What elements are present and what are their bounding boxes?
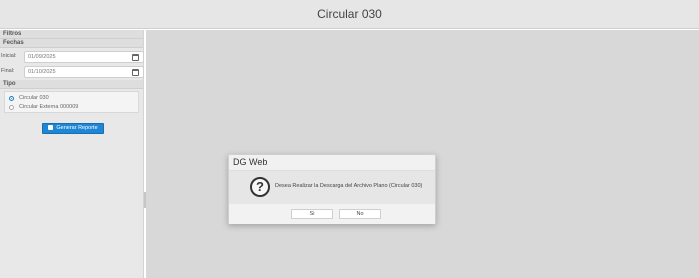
type-radio-group: Circular 030 Circular Externa 000009 xyxy=(4,91,139,113)
date-fields: Inicial: 01/09/2025 Final: 01/10/2025 xyxy=(1,50,144,80)
start-date-value: 01/09/2025 xyxy=(28,54,56,60)
end-date-row: Final: 01/10/2025 xyxy=(1,65,144,80)
radio-label: Circular Externa 000009 xyxy=(19,104,79,110)
no-button[interactable]: No xyxy=(339,209,381,219)
calendar-icon[interactable] xyxy=(132,69,139,76)
filters-header: Filtros xyxy=(0,30,143,39)
start-date-label: Inicial: xyxy=(1,53,17,59)
radio-circular-externa[interactable]: Circular Externa 000009 xyxy=(5,103,138,112)
confirm-dialog: DG Web ? Desea Realizar la Descarga del … xyxy=(228,154,436,224)
yes-button[interactable]: Si xyxy=(291,209,333,219)
window-title: Circular 030 xyxy=(317,7,382,21)
dialog-title: DG Web xyxy=(229,155,435,171)
dialog-message: Desea Realizar la Descarga del Archivo P… xyxy=(275,183,423,189)
end-date-input[interactable]: 01/10/2025 xyxy=(24,66,144,78)
radio-circular-030[interactable]: Circular 030 xyxy=(5,94,138,103)
end-date-label: Final: xyxy=(1,68,15,74)
radio-unselected-icon[interactable] xyxy=(9,105,14,110)
start-date-input[interactable]: 01/09/2025 xyxy=(24,51,144,63)
question-icon: ? xyxy=(250,177,270,197)
radio-selected-icon[interactable] xyxy=(9,96,14,101)
end-date-value: 01/10/2025 xyxy=(28,69,56,75)
download-icon xyxy=(48,125,54,130)
dates-header: Fechas xyxy=(0,39,143,48)
start-date-row: Inicial: 01/09/2025 xyxy=(1,50,144,65)
dialog-body: ? Desea Realizar la Descarga del Archivo… xyxy=(229,171,435,204)
type-header: Tipo xyxy=(0,80,143,89)
dialog-footer: Si No xyxy=(229,204,435,224)
generate-report-button[interactable]: Generar Reporte xyxy=(42,123,104,134)
generate-report-label: Generar Reporte xyxy=(56,125,98,131)
filters-sidebar: Filtros Fechas Inicial: 01/09/2025 Final… xyxy=(0,30,144,278)
calendar-icon[interactable] xyxy=(132,54,139,61)
radio-label: Circular 030 xyxy=(19,95,49,101)
title-bar: Circular 030 xyxy=(0,0,699,29)
